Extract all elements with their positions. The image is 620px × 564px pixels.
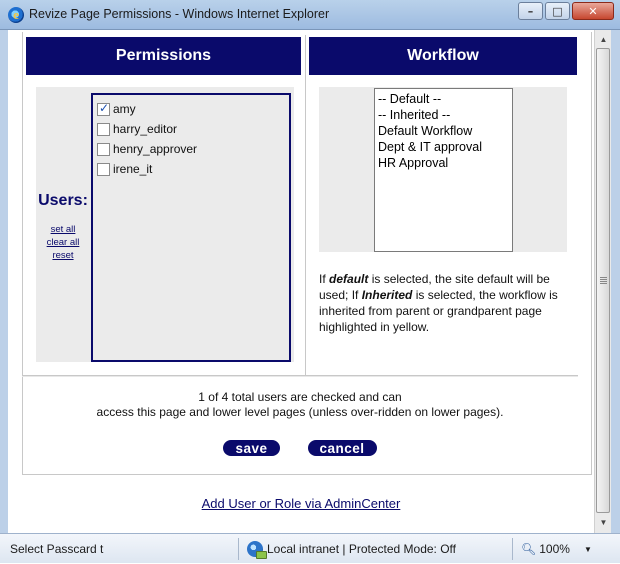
save-button[interactable]: save: [223, 440, 280, 456]
inherited-term: Inherited: [361, 288, 413, 302]
internet-explorer-icon: e: [8, 7, 24, 23]
user-name: harry_editor: [113, 122, 178, 136]
workflow-panel: -- Default -- -- Inherited -- Default Wo…: [319, 87, 567, 252]
set-all-link[interactable]: set all: [36, 223, 90, 236]
scroll-up-arrow-icon[interactable]: ▲: [595, 32, 612, 48]
user-name: amy: [113, 102, 136, 116]
workflow-option[interactable]: -- Default --: [378, 91, 509, 107]
reset-link[interactable]: reset: [36, 249, 90, 262]
status-line-1: 1 of 4 total users are checked and can: [198, 390, 402, 404]
cancel-button[interactable]: cancel: [307, 440, 377, 456]
zoom-control[interactable]: 🔍︎ 100% ▼: [521, 534, 592, 564]
page-content: Permissions Workflow Users: set all clea…: [8, 30, 594, 533]
security-zone-text: Local intranet | Protected Mode: Off: [267, 542, 456, 556]
status-separator: [238, 538, 239, 560]
scroll-down-arrow-icon[interactable]: ▼: [595, 515, 612, 531]
scrollbar-grip-icon: [600, 277, 607, 284]
status-text: Select Passcard t: [10, 542, 104, 556]
user-row[interactable]: harry_editor: [93, 119, 289, 139]
user-name: irene_it: [113, 162, 153, 176]
user-checkbox-harry-editor[interactable]: [97, 122, 110, 136]
user-checkbox-amy[interactable]: [97, 101, 110, 116]
workflow-option[interactable]: Dept & IT approval: [378, 139, 509, 155]
status-separator: [512, 538, 513, 560]
status-line-2: access this page and lower level pages (…: [96, 405, 504, 419]
workflow-header: Workflow: [309, 37, 577, 75]
zoom-dropdown-icon[interactable]: ▼: [584, 545, 592, 554]
user-row[interactable]: irene_it: [93, 159, 289, 179]
window-frame-right: [611, 30, 620, 533]
vertical-scrollbar[interactable]: ▲ ▼: [594, 30, 611, 533]
zoom-level: 100%: [539, 542, 570, 556]
user-row[interactable]: henry_approver: [93, 139, 289, 159]
checked-users-message: 1 of 4 total users are checked and can a…: [22, 390, 578, 420]
workflow-option[interactable]: Default Workflow: [378, 123, 509, 139]
clear-all-link[interactable]: clear all: [36, 236, 90, 249]
section-divider: [22, 375, 578, 377]
minimize-button[interactable]: –: [518, 2, 543, 20]
user-row[interactable]: amy: [93, 99, 289, 119]
permissions-header: Permissions: [26, 37, 301, 75]
users-links: set all clear all reset: [36, 223, 90, 262]
user-name: henry_approver: [113, 142, 198, 156]
intranet-globe-icon: [247, 541, 267, 559]
default-term: default: [329, 272, 369, 286]
workflow-option[interactable]: -- Inherited --: [378, 107, 509, 123]
user-checkbox-henry-approver[interactable]: [97, 142, 110, 156]
maximize-button[interactable]: □: [545, 2, 570, 20]
title-bar: e Revize Page Permissions - Windows Inte…: [0, 0, 620, 30]
users-label: Users:: [38, 192, 88, 209]
window-frame-left: [0, 30, 8, 533]
column-divider: [305, 35, 306, 375]
workflow-option[interactable]: HR Approval: [378, 155, 509, 171]
close-button[interactable]: ✕: [572, 2, 614, 20]
status-bar: Select Passcard t Local intranet | Prote…: [0, 533, 620, 563]
add-user-role-link[interactable]: Add User or Role via AdminCenter: [8, 496, 594, 511]
action-buttons: save cancel: [22, 440, 578, 456]
user-list: amy harry_editor henry_approver irene_it: [91, 93, 291, 362]
workflow-listbox[interactable]: -- Default -- -- Inherited -- Default Wo…: [374, 88, 513, 252]
window-title: Revize Page Permissions - Windows Intern…: [29, 7, 330, 21]
security-zone[interactable]: Local intranet | Protected Mode: Off: [247, 534, 456, 564]
workflow-note: If default is selected, the site default…: [319, 272, 558, 334]
scrollbar-thumb[interactable]: [596, 48, 610, 513]
user-checkbox-irene-it[interactable]: [97, 162, 110, 176]
users-panel: Users: set all clear all reset amy harry…: [36, 87, 294, 362]
window-controls: – □ ✕: [518, 2, 614, 20]
zoom-magnifier-icon: 🔍︎: [521, 542, 537, 556]
